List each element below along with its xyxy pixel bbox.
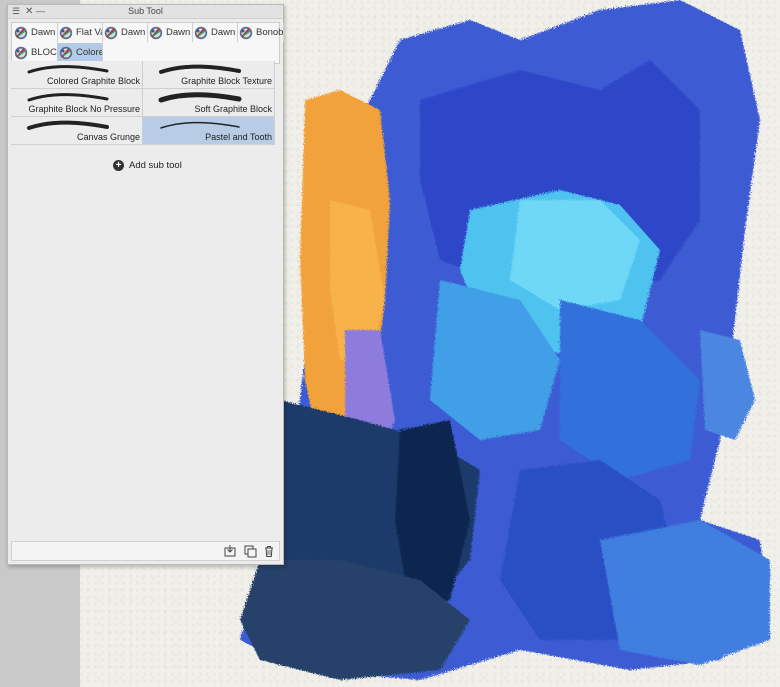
sub-tool-label: Graphite Block No Pressure	[28, 104, 140, 114]
brush-set-icon	[239, 26, 253, 39]
sub-tool-panel: ☰ ✕ — Sub Tool Dawn Flat Va Dawn Dawn Dawn Bo…	[7, 4, 284, 565]
brush-set-icon	[59, 26, 73, 39]
tool-group-tabs: Dawn Flat Va Dawn Dawn Dawn Bonob BLOC Colore	[11, 22, 284, 64]
brush-stroke-preview-icon	[27, 120, 109, 130]
import-icon[interactable]	[223, 544, 237, 558]
tool-tab-label: Dawn	[166, 27, 191, 38]
add-sub-tool-button[interactable]: + Add sub tool	[113, 160, 182, 171]
brush-set-icon	[59, 46, 73, 59]
tool-tab-label: Colore	[76, 47, 103, 58]
tool-tab[interactable]: Dawn	[12, 23, 58, 42]
tool-tab[interactable]: Dawn	[147, 23, 193, 42]
duplicate-icon[interactable]	[243, 544, 257, 558]
tool-tab-label: BLOC	[31, 47, 57, 58]
trash-icon[interactable]	[262, 544, 276, 558]
tool-tab[interactable]: Dawn	[102, 23, 148, 42]
panel-title: Sub Tool	[128, 6, 163, 16]
brush-stroke-preview-icon	[27, 93, 109, 102]
add-sub-tool-label: Add sub tool	[129, 160, 182, 171]
brush-stroke-preview-icon	[160, 121, 240, 129]
brush-stroke-preview-icon	[27, 65, 109, 74]
brush-stroke-preview-icon	[159, 64, 241, 74]
brush-set-icon	[104, 26, 118, 39]
sub-tool-label: Pastel and Tooth	[205, 132, 272, 142]
tool-tab-label: Bonob	[256, 27, 284, 38]
plus-circle-icon: +	[113, 160, 124, 171]
sub-tool-label: Canvas Grunge	[76, 132, 140, 142]
panel-bottom-toolbar	[11, 541, 280, 561]
tool-tab[interactable]: Dawn	[192, 23, 238, 42]
sub-tool-label: Colored Graphite Block	[46, 76, 140, 86]
brush-set-icon	[14, 26, 28, 39]
sub-tool-item[interactable]: Graphite Block Texture	[143, 61, 275, 89]
brush-set-icon	[194, 26, 208, 39]
brush-stroke-preview-icon	[158, 92, 242, 103]
panel-titlebar[interactable]: ☰ ✕ — Sub Tool	[8, 5, 283, 19]
tool-tab-label: Flat Va	[76, 27, 103, 38]
sub-tool-item[interactable]: Soft Graphite Block	[143, 89, 275, 117]
sub-tool-item[interactable]: Canvas Grunge	[11, 117, 143, 145]
tool-tab[interactable]: Flat Va	[57, 23, 103, 42]
sub-tool-label: Graphite Block Texture	[181, 76, 272, 86]
brush-set-icon	[149, 26, 163, 39]
tool-tab[interactable]: BLOC	[12, 43, 58, 62]
sub-tool-item[interactable]: Graphite Block No Pressure	[11, 89, 143, 117]
sub-tool-label: Soft Graphite Block	[194, 104, 272, 114]
tool-tab-label: Dawn	[31, 27, 56, 38]
sub-tool-item[interactable]: Pastel and Tooth	[143, 117, 275, 145]
sub-tool-item[interactable]: Colored Graphite Block	[11, 61, 143, 89]
tool-tab-label: Dawn	[211, 27, 236, 38]
tool-tab[interactable]: Colore	[57, 43, 103, 62]
tool-tab[interactable]: Bonob	[237, 23, 284, 42]
brush-set-icon	[14, 46, 28, 59]
tool-tab-label: Dawn	[121, 27, 146, 38]
